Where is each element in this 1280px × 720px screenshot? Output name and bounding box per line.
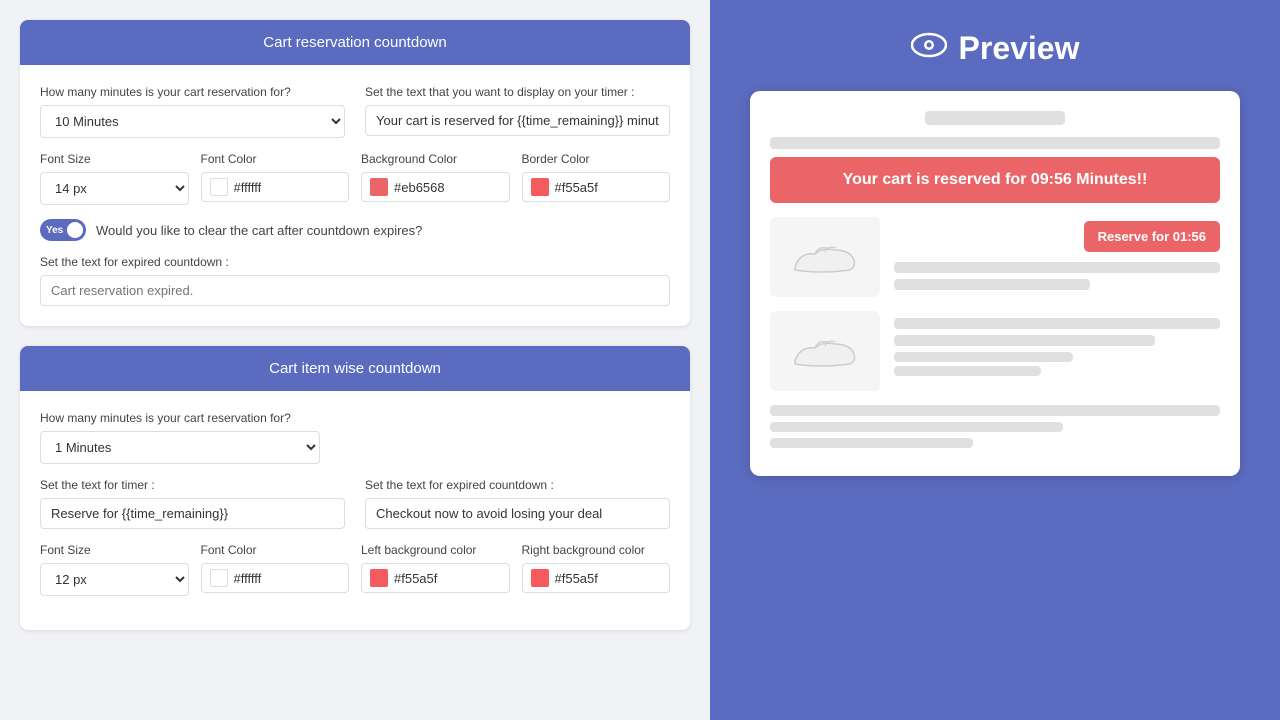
cart-item-title: Cart item wise countdown [269,360,441,377]
font-color-swatch-2 [210,569,228,587]
bg-color-field-1[interactable] [361,172,510,202]
right-panel: Preview Your cart is reserved for 09:56 … [710,0,1280,720]
product-bar-2a [894,318,1220,329]
cart-reservation-card: Cart reservation countdown How many minu… [20,20,690,326]
expired-input[interactable] [40,275,670,306]
minutes-label-2: How many minutes is your cart reservatio… [40,411,320,425]
product-row-1: Reserve for 01:56 [770,217,1220,297]
minutes-group-2: How many minutes is your cart reservatio… [40,411,320,464]
expired-text-group-2: Set the text for expired countdown : [365,478,670,529]
border-color-label-1: Border Color [522,152,671,166]
cart-item-body: How many minutes is your cart reservatio… [20,391,690,630]
minutes-select-2[interactable]: 1 Minutes 5 Minutes 10 Minutes [40,431,320,464]
left-panel: Cart reservation countdown How many minu… [0,0,710,720]
reservation-banner: Your cart is reserved for 09:56 Minutes!… [770,157,1220,203]
border-color-field-1[interactable] [522,172,671,202]
expired-label: Set the text for expired countdown : [40,255,670,269]
left-bg-swatch [370,569,388,587]
timer-text-group-2: Set the text for timer : [40,478,345,529]
cart-reservation-header: Cart reservation countdown [20,20,690,65]
preview-title-bar [925,111,1065,125]
product-image-2 [770,311,880,391]
product-image-1 [770,217,880,297]
cart-reservation-body: How many minutes is your cart reservatio… [20,65,690,326]
right-bg-group: Right background color [522,543,671,596]
preview-card: Your cart is reserved for 09:56 Minutes!… [750,91,1240,476]
bottom-bars [770,405,1220,448]
product-bar-2b [894,335,1155,346]
right-bg-swatch [531,569,549,587]
left-bg-input[interactable] [394,571,464,586]
font-color-label-1: Font Color [201,152,350,166]
clear-cart-toggle[interactable]: Yes [40,219,86,241]
font-size-label-1: Font Size [40,152,189,166]
bg-color-group-1: Background Color [361,152,510,205]
bottom-bar-3 [770,438,973,448]
bottom-bar-2 [770,422,1063,432]
bottom-bar-1 [770,405,1220,416]
right-bg-label: Right background color [522,543,671,557]
font-color-input-1[interactable] [234,180,304,195]
product-bar-1a [894,262,1220,273]
product-bar-1b [894,279,1090,290]
minutes-select[interactable]: 10 Minutes 5 Minutes 15 Minutes [40,105,345,138]
border-color-swatch-1 [531,178,549,196]
left-bg-group: Left background color [361,543,510,596]
font-size-group-1: Font Size 14 px 12 px 16 px [40,152,189,205]
minutes-group: How many minutes is your cart reservatio… [40,85,345,138]
toggle-description: Would you like to clear the cart after c… [96,223,422,238]
font-color-swatch-1 [210,178,228,196]
preview-title-row: Preview [911,30,1080,67]
cart-item-header: Cart item wise countdown [20,346,690,391]
product-bar-2d [894,366,1041,376]
font-color-field-2[interactable] [201,563,350,593]
product-row-2 [770,311,1220,391]
font-color-input-2[interactable] [234,571,304,586]
left-bg-label: Left background color [361,543,510,557]
reserve-button-1[interactable]: Reserve for 01:56 [1084,221,1220,252]
right-bg-field[interactable] [522,563,671,593]
border-color-group-1: Border Color [522,152,671,205]
minutes-label: How many minutes is your cart reservatio… [40,85,345,99]
bg-color-label-1: Background Color [361,152,510,166]
preview-desc-bar [770,137,1220,149]
border-color-input-1[interactable] [555,180,625,195]
toggle-circle [67,222,83,238]
timer-text-group: Set the text that you want to display on… [365,85,670,138]
font-color-group-2: Font Color [201,543,350,596]
timer-text-input[interactable] [365,105,670,136]
toggle-row: Yes Would you like to clear the cart aft… [40,219,670,241]
product-info-1: Reserve for 01:56 [894,221,1220,294]
font-size-label-2: Font Size [40,543,189,557]
bg-color-input-1[interactable] [394,180,464,195]
font-color-label-2: Font Color [201,543,350,557]
eye-icon [911,31,947,66]
timer-text-input-2[interactable] [40,498,345,529]
reservation-banner-text: Your cart is reserved for 09:56 Minutes!… [843,171,1148,188]
font-color-group-1: Font Color [201,152,350,205]
font-size-group-2: Font Size 12 px 14 px 16 px [40,543,189,596]
expired-text-label-2: Set the text for expired countdown : [365,478,670,492]
preview-label: Preview [959,30,1080,67]
cart-item-card: Cart item wise countdown How many minute… [20,346,690,630]
font-color-field-1[interactable] [201,172,350,202]
right-bg-input[interactable] [555,571,625,586]
toggle-yes-label: Yes [46,225,63,236]
timer-text-label-2: Set the text for timer : [40,478,345,492]
product-info-2 [894,318,1220,384]
expired-text-group: Set the text for expired countdown : [40,255,670,306]
product-bar-2c [894,352,1073,362]
font-size-select-2[interactable]: 12 px 14 px 16 px [40,563,189,596]
timer-text-label: Set the text that you want to display on… [365,85,670,99]
font-size-select-1[interactable]: 14 px 12 px 16 px [40,172,189,205]
cart-reservation-title: Cart reservation countdown [263,34,446,51]
bg-color-swatch-1 [370,178,388,196]
left-bg-field[interactable] [361,563,510,593]
expired-text-input-2[interactable] [365,498,670,529]
